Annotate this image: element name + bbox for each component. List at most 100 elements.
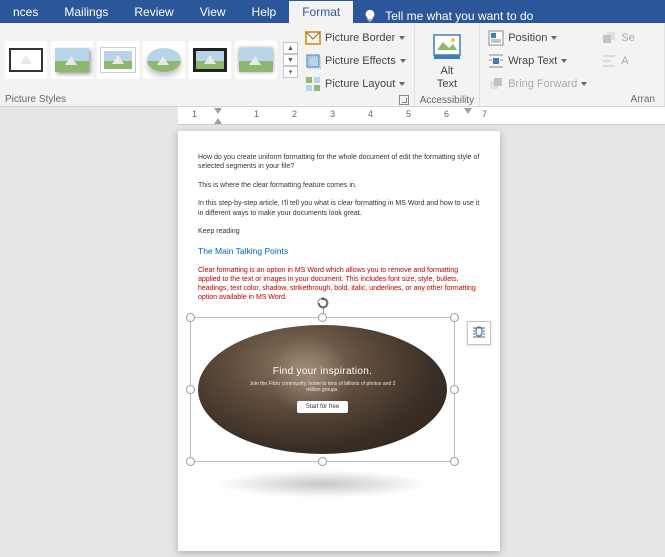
- chevron-down-icon: [400, 59, 406, 63]
- style-thumb-3[interactable]: [97, 41, 139, 79]
- resize-handle-bl[interactable]: [186, 457, 195, 466]
- group-picture-styles: ▲ ▼ ▾ Picture Border Picture Effects Pic: [0, 23, 415, 106]
- chevron-down-icon: [581, 82, 587, 86]
- paragraph[interactable]: Keep reading: [198, 227, 480, 236]
- picture-effects-button[interactable]: Picture Effects: [302, 51, 409, 71]
- arrange-col-1: Position Wrap Text Bring Forward: [485, 26, 590, 94]
- picture-layout-button[interactable]: Picture Layout: [302, 74, 409, 94]
- rotate-handle[interactable]: [317, 296, 329, 308]
- align-label: A: [621, 55, 628, 67]
- bring-forward-icon: [488, 76, 504, 92]
- ruler-num: 1: [254, 109, 259, 119]
- picture-effects-label: Picture Effects: [325, 55, 396, 67]
- send-backward-button[interactable]: Se: [598, 28, 637, 48]
- gallery-scroll-up[interactable]: ▲: [283, 42, 298, 54]
- tab-format[interactable]: Format: [289, 1, 353, 23]
- picture-border-label: Picture Border: [325, 32, 395, 44]
- picture-border-icon: [305, 30, 321, 46]
- gallery-more[interactable]: ▾: [283, 66, 298, 78]
- group-accessibility: Alt Text Accessibility: [415, 23, 480, 106]
- style-thumb-2[interactable]: [51, 41, 93, 79]
- bring-forward-label: Bring Forward: [508, 78, 577, 90]
- horizontal-ruler[interactable]: 1 1 2 3 4 5 6 7: [178, 107, 665, 125]
- document-body: How do you create uniform formatting for…: [198, 153, 480, 302]
- style-thumb-5[interactable]: [189, 41, 231, 79]
- ribbon-toolbar: ▲ ▼ ▾ Picture Border Picture Effects Pic: [0, 23, 665, 107]
- paragraph-red[interactable]: Clear formatting is an option in MS Word…: [198, 266, 480, 302]
- resize-handle-l[interactable]: [186, 385, 195, 394]
- ruler-num: 7: [482, 109, 487, 119]
- picture-layout-label: Picture Layout: [325, 78, 395, 90]
- resize-handle-tl[interactable]: [186, 313, 195, 322]
- send-backward-icon: [601, 30, 617, 46]
- gallery-scroll-down[interactable]: ▼: [283, 54, 298, 66]
- wrap-text-icon: [488, 53, 504, 69]
- alt-text-label-1: Alt: [441, 65, 454, 78]
- picture-style-menu: Picture Border Picture Effects Picture L…: [302, 26, 409, 94]
- picture-layout-icon: [305, 76, 321, 92]
- position-button[interactable]: Position: [485, 28, 590, 48]
- position-label: Position: [508, 32, 547, 44]
- alt-text-button[interactable]: Alt Text: [420, 26, 474, 95]
- picture-styles-gallery: ▲ ▼ ▾ Picture Border Picture Effects Pic: [5, 26, 409, 94]
- layout-options-icon: [471, 325, 487, 341]
- resize-handle-t[interactable]: [318, 313, 327, 322]
- arrange-col-2: Se A: [598, 26, 637, 94]
- workspace: 1 1 2 3 4 5 6 7 How do you create unifor…: [0, 107, 665, 557]
- tell-me-search[interactable]: Tell me what you want to do: [353, 9, 543, 23]
- gallery-spinner: ▲ ▼ ▾: [283, 42, 298, 78]
- wrap-text-label: Wrap Text: [508, 55, 557, 67]
- ruler-num: 3: [330, 109, 335, 119]
- dialog-launcher-picture-styles[interactable]: [399, 95, 409, 105]
- paragraph[interactable]: This is where the clear formatting featu…: [198, 181, 480, 190]
- paragraph[interactable]: How do you create uniform formatting for…: [198, 153, 480, 172]
- document-page[interactable]: How do you create uniform formatting for…: [178, 131, 500, 551]
- paragraph[interactable]: In this step-by-step article, I'll tell …: [198, 199, 480, 218]
- wrap-text-button[interactable]: Wrap Text: [485, 51, 590, 71]
- ruler-num: 2: [292, 109, 297, 119]
- selection-box: [190, 317, 455, 462]
- group-label-picture-styles: Picture Styles: [5, 94, 409, 106]
- chevron-down-icon: [399, 82, 405, 86]
- position-icon: [488, 30, 504, 46]
- group-arrange: Position Wrap Text Bring Forward Se: [480, 23, 665, 106]
- ruler-num: 5: [406, 109, 411, 119]
- resize-handle-b[interactable]: [318, 457, 327, 466]
- ruler-num: 1: [192, 109, 197, 119]
- ribbon-tabs: nces Mailings Review View Help Format Te…: [0, 0, 665, 23]
- style-thumb-1[interactable]: [5, 41, 47, 79]
- tell-me-label: Tell me what you want to do: [385, 9, 533, 23]
- tab-view[interactable]: View: [187, 1, 239, 23]
- tab-help[interactable]: Help: [239, 1, 290, 23]
- first-line-indent-marker[interactable]: [214, 108, 222, 114]
- send-backward-label: Se: [621, 32, 634, 44]
- ruler-num: 6: [444, 109, 449, 119]
- bring-forward-button[interactable]: Bring Forward: [485, 74, 590, 94]
- picture-effects-icon: [305, 53, 321, 69]
- layout-options-button[interactable]: [467, 321, 491, 345]
- resize-handle-tr[interactable]: [450, 313, 459, 322]
- heading-link[interactable]: The Main Talking Points: [198, 246, 480, 257]
- align-button[interactable]: A: [598, 51, 637, 71]
- resize-handle-r[interactable]: [450, 385, 459, 394]
- align-icon: [601, 53, 617, 69]
- tab-mailings[interactable]: Mailings: [51, 1, 121, 23]
- chevron-down-icon: [561, 59, 567, 63]
- picture-border-button[interactable]: Picture Border: [302, 28, 409, 48]
- style-thumb-4[interactable]: [143, 41, 185, 79]
- ruler-num: 4: [368, 109, 373, 119]
- picture-shadow: [215, 470, 430, 498]
- hanging-indent-marker[interactable]: [214, 118, 222, 124]
- tab-references[interactable]: nces: [0, 1, 51, 23]
- alt-text-icon: [431, 30, 463, 62]
- alt-text-label-2: Text: [437, 78, 457, 91]
- tab-review[interactable]: Review: [121, 1, 186, 23]
- chevron-down-icon: [399, 36, 405, 40]
- group-label-arrange: Arran: [485, 94, 659, 106]
- resize-handle-br[interactable]: [450, 457, 459, 466]
- style-thumb-6[interactable]: [235, 41, 277, 79]
- right-indent-marker[interactable]: [464, 108, 472, 114]
- chevron-down-icon: [551, 36, 557, 40]
- selected-picture[interactable]: Find your inspiration. Join the Flickr c…: [190, 317, 455, 462]
- lightbulb-icon: [363, 9, 377, 23]
